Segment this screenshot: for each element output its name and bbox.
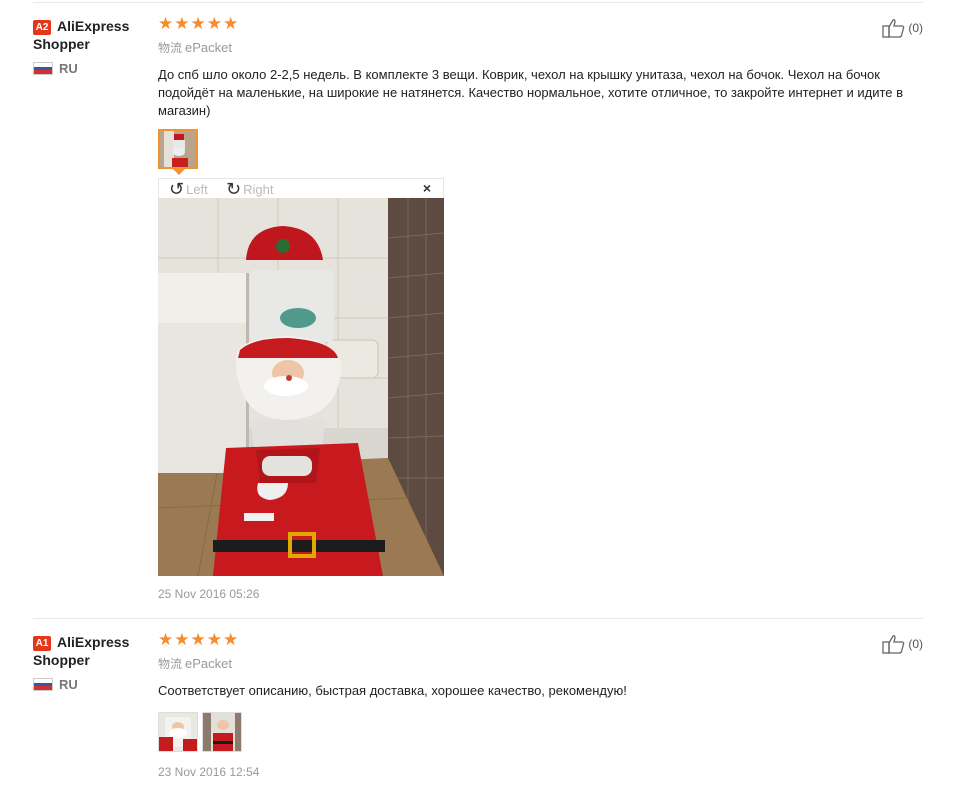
thumbs-up-icon: [882, 19, 905, 38]
review-photo-thumb[interactable]: [158, 129, 198, 169]
selected-photo-caret: [173, 169, 185, 175]
reviewer-name-second: Shopper: [33, 36, 90, 52]
close-icon[interactable]: ×: [423, 180, 431, 196]
logistics-value: ePacket: [185, 40, 232, 55]
buyer-level-badge: A2: [33, 20, 51, 35]
logistics-info: 物流 ePacket: [158, 39, 928, 56]
rotate-right-icon: ↻: [226, 179, 242, 199]
reviewer-name-second: Shopper: [33, 652, 90, 668]
country-code: RU: [59, 677, 78, 692]
review-date: 23 Nov 2016 12:54: [158, 765, 260, 779]
photo-viewer-toolbar: ↺ Left ↻ Right ×: [158, 178, 444, 199]
review-body: ★★★★★ 物流 ePacket До спб шло около 2-2,5 н…: [158, 14, 928, 175]
review-item: A1 AliExpress Shopper RU ★★★★★ 物流 ePacket …: [0, 618, 959, 791]
review-photo-thumbs: [158, 129, 928, 175]
reviewer-name: A1 AliExpress Shopper: [33, 633, 153, 669]
country-code: RU: [59, 61, 78, 76]
rotate-left-label: Left: [186, 181, 208, 197]
thumbs-up-icon: [882, 635, 905, 654]
review-text: До спб шло около 2-2,5 недель. В комплек…: [158, 67, 904, 118]
reviewer-country: RU: [33, 61, 153, 76]
review-photo-thumb[interactable]: [158, 712, 198, 752]
star-rating: ★★★★★: [158, 14, 240, 33]
photo-viewer: ↺ Left ↻ Right ×: [158, 178, 444, 576]
review-photo-thumbs: [158, 712, 928, 754]
reviewer-name: A2 AliExpress Shopper: [33, 17, 153, 53]
logistics-label: 物流: [158, 41, 183, 55]
reviewer-country: RU: [33, 677, 153, 692]
reviewer-info: A1 AliExpress Shopper RU: [33, 633, 153, 692]
rotate-left-button[interactable]: ↺ Left: [169, 179, 208, 199]
review-text: Соответствует описанию, быстрая доставка…: [158, 683, 627, 698]
helpful-count: (0): [908, 637, 923, 651]
review-date: 25 Nov 2016 05:26: [158, 587, 260, 601]
rotate-left-icon: ↺: [169, 179, 185, 199]
buyer-level-badge: A1: [33, 636, 51, 651]
star-rating: ★★★★★: [158, 630, 240, 649]
helpful-button[interactable]: (0): [882, 18, 923, 38]
review-item: A2 AliExpress Shopper RU ★★★★★ 物流 ePacket …: [0, 0, 959, 618]
rotate-right-label: Right: [243, 181, 274, 197]
logistics-info: 物流 ePacket: [158, 655, 928, 672]
russia-flag-icon: [33, 678, 53, 691]
reviewer-info: A2 AliExpress Shopper RU: [33, 17, 153, 76]
review-photo-thumb[interactable]: [202, 712, 242, 752]
reviewer-name-first: AliExpress: [57, 18, 130, 34]
logistics-label: 物流: [158, 657, 183, 671]
reviewer-name-first: AliExpress: [57, 634, 130, 650]
logistics-value: ePacket: [185, 656, 232, 671]
helpful-count: (0): [908, 21, 923, 35]
russia-flag-icon: [33, 62, 53, 75]
review-body: ★★★★★ 物流 ePacket Соответствует описанию, …: [158, 631, 928, 754]
rotate-right-button[interactable]: ↻ Right: [226, 179, 273, 199]
review-photo-large: [158, 198, 444, 576]
helpful-button[interactable]: (0): [882, 634, 923, 654]
